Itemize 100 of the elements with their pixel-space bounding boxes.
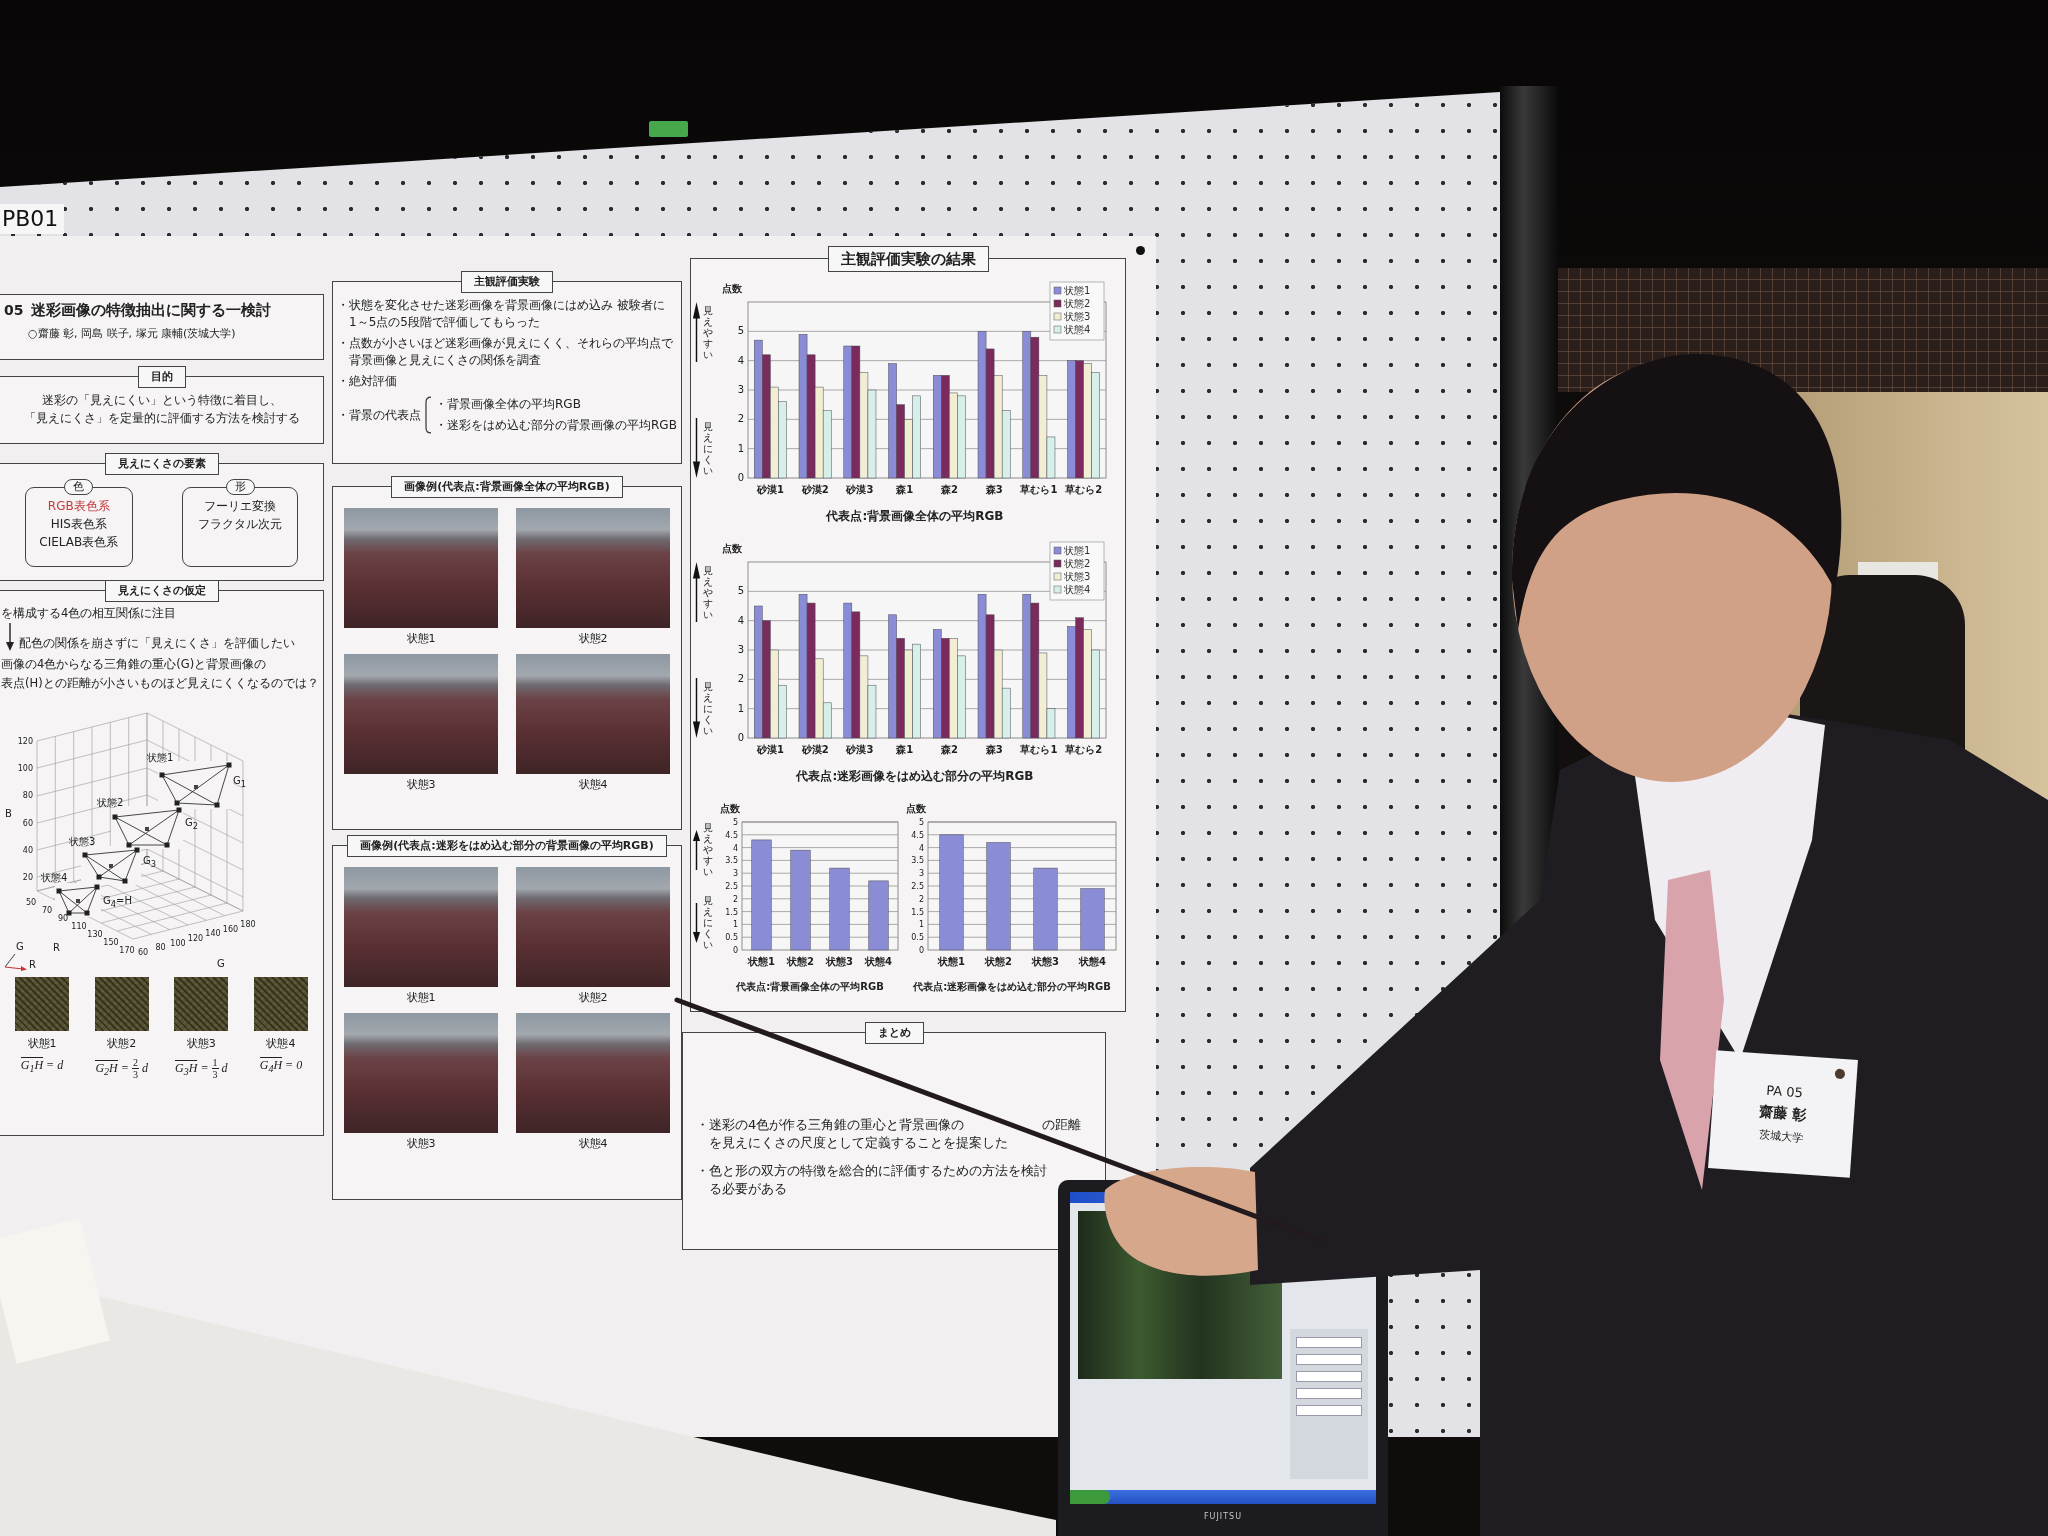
- option-text: ・背景画像全体の平均RGB: [435, 396, 582, 413]
- legend-label: 状態4: [1064, 584, 1091, 595]
- tick-label: 2: [737, 673, 744, 685]
- tick-label: 4: [737, 354, 744, 366]
- centroid-point: [76, 899, 80, 903]
- bullet-text: ・点数が小さいほど迷彩画像が見えにくく、それらの平均点で 背景画像と見えにくさの関係を調査: [337, 335, 674, 369]
- tick-label: 20: [22, 873, 33, 882]
- axes-indicator-icon: [4, 953, 27, 971]
- photo-caption: 状態2: [578, 631, 608, 646]
- tick-label: 60: [137, 948, 149, 957]
- category-label: 状態4: [865, 956, 892, 967]
- category-label: 森1: [896, 744, 914, 755]
- section-heading: 見えにくさの要素: [104, 453, 219, 475]
- bar: [904, 419, 913, 479]
- data-point: [134, 847, 140, 853]
- input-field[interactable]: [1296, 1371, 1362, 1382]
- badge-name: 齋藤 彰: [1759, 1103, 1807, 1125]
- tick-label: 60: [22, 818, 33, 828]
- category-label: 草むら1: [1020, 744, 1058, 755]
- exit-light: [649, 121, 688, 137]
- axis-title: 点数: [722, 543, 742, 554]
- tick-label: 80: [22, 791, 33, 801]
- tick-label: 130: [87, 930, 103, 939]
- camouflage-swatch: [253, 977, 308, 1031]
- data-point: [94, 884, 100, 890]
- hint-text: 見えやすい: [703, 304, 713, 360]
- axis-title: R: [29, 959, 36, 970]
- board-number-label: PB01: [0, 204, 65, 234]
- axis-title: 点数: [720, 803, 740, 814]
- input-field[interactable]: [1296, 1354, 1362, 1365]
- centroid-label: G$_{2}$: [185, 817, 199, 832]
- axis-title: G: [217, 958, 225, 969]
- photo-caption: 状態1: [406, 990, 436, 1005]
- tick-label: 3: [737, 384, 744, 395]
- centroid-label: G$_{3}$: [143, 855, 157, 870]
- input-field[interactable]: [1296, 1337, 1362, 1348]
- distance-formula: G$_{4}$H = 0: [259, 1057, 303, 1075]
- category-label: 森3: [985, 744, 1003, 755]
- hint-text: 見えにくい: [703, 895, 713, 950]
- tick-label: 1: [737, 442, 744, 454]
- arrow-up-icon: [692, 829, 701, 870]
- tick-label: 150: [103, 938, 119, 947]
- group-heading: 色: [64, 479, 94, 495]
- tick-label: 4: [732, 843, 738, 853]
- section-heading: 見えにくさの仮定: [104, 580, 219, 602]
- purpose-text: 迷彩の「見えにくい」という特徴に着目し、 「見えにくさ」を定量的に評価する方法を検討する: [22, 392, 301, 427]
- section-heading: 画像例(代表点:背景画像全体の平均RGB): [391, 476, 623, 498]
- category-label: 状態3: [826, 956, 853, 967]
- group-heading: 形: [225, 479, 255, 495]
- data-point: [214, 802, 220, 808]
- centroid-point: [109, 864, 113, 868]
- state-caption: 状態2: [107, 1036, 137, 1051]
- hypothesis-text: 表点(H)との距離が小さいものほど見えにくくなるのでは？: [1, 675, 319, 691]
- data-point: [56, 888, 62, 894]
- bar: [868, 880, 889, 951]
- tick-label: 0: [918, 946, 924, 955]
- category-label: 状態1: [748, 956, 775, 967]
- category-label: 砂漠3: [846, 744, 874, 755]
- input-field[interactable]: [1296, 1405, 1362, 1416]
- poster-title: 迷彩画像の特徴抽出に関する一検討: [31, 301, 272, 320]
- centroid-label: G$_{1}$: [233, 775, 247, 790]
- photo-caption: 状態1: [406, 631, 436, 646]
- distance-formula: G$_{1}$H = d: [20, 1057, 64, 1075]
- photo-caption: 状態4: [578, 777, 608, 792]
- tick-label: 2: [732, 894, 738, 904]
- bullet-text: ・背景の代表点: [337, 406, 421, 424]
- tick-label: 120: [17, 737, 33, 746]
- camouflage-swatch: [174, 977, 229, 1031]
- axis-title: G: [16, 941, 24, 952]
- axis-title: 代表点:背景画像全体の平均RGB: [826, 509, 1004, 523]
- data-point: [126, 842, 132, 848]
- data-point: [164, 842, 170, 848]
- tick-label: 4.5: [725, 830, 738, 840]
- legend-background: [1049, 541, 1105, 601]
- poster-number: 05: [4, 302, 24, 318]
- tick-label: 50: [25, 898, 37, 907]
- centroid-point: [145, 827, 149, 831]
- tick-label: 1: [732, 920, 738, 930]
- photo-caption: 状態3: [406, 777, 436, 792]
- tick-label: 2: [737, 413, 744, 425]
- start-button[interactable]: [1070, 1490, 1110, 1504]
- legend-label: 状態4: [1064, 324, 1091, 335]
- factor-item: CIELAB表色系: [39, 534, 119, 551]
- group-label: 状態2: [97, 797, 124, 808]
- category-label: 砂漠1: [756, 744, 784, 755]
- tick-label: 80: [155, 943, 166, 953]
- tick-label: 3.5: [725, 856, 738, 866]
- legend-label: 状態3: [1064, 571, 1091, 582]
- category-label: 森3: [985, 484, 1003, 495]
- tick-label: 3: [737, 644, 744, 655]
- axis-title: R: [53, 942, 60, 953]
- tick-label: 160: [222, 924, 239, 934]
- bar: [822, 410, 832, 479]
- section-heading: 主観評価実験の結果: [827, 246, 989, 272]
- centroid-point: [194, 785, 198, 789]
- pin-icon: [1136, 246, 1145, 255]
- tick-label: 5: [732, 818, 738, 827]
- centroid-label: G$_{4}$=H: [103, 895, 132, 910]
- state-caption: 状態1: [27, 1036, 57, 1051]
- input-field[interactable]: [1296, 1388, 1362, 1399]
